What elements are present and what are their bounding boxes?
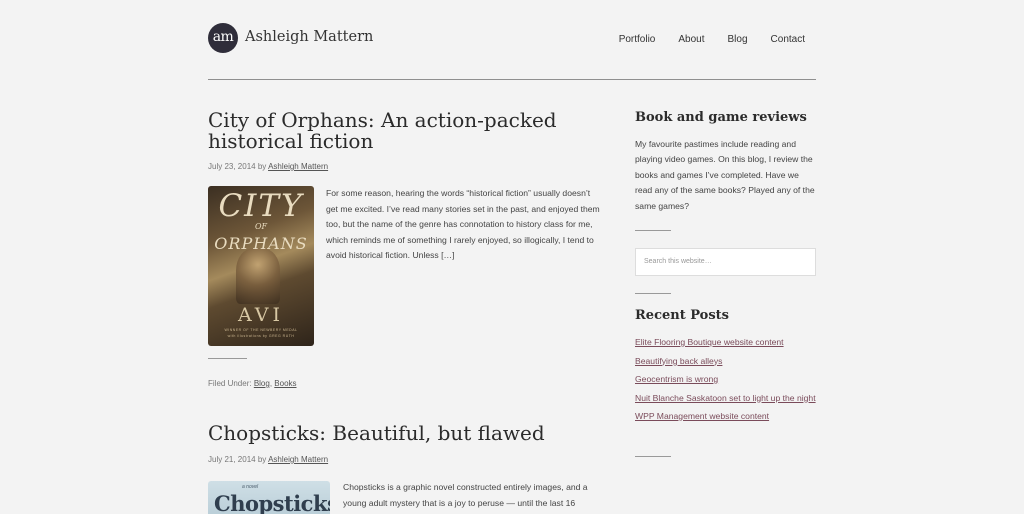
post-excerpt: For some reason, hearing the words “hist… — [326, 188, 600, 261]
list-item: Beautifying back alleys — [635, 354, 816, 370]
recent-post-link[interactable]: Beautifying back alleys — [635, 356, 722, 366]
nav-contact[interactable]: Contact — [771, 34, 805, 45]
book-cover-image[interactable]: CITY OF ORPHANS AVI WINNER OF THE NEWBER… — [208, 186, 314, 346]
cover-figure — [236, 248, 280, 304]
recent-post-link[interactable]: Elite Flooring Boutique website content — [635, 337, 784, 347]
list-item: Geocentrism is wrong — [635, 372, 816, 388]
post-categories: Filed Under: Blog, Books — [208, 379, 297, 388]
recent-posts-list: Elite Flooring Boutique website content … — [635, 335, 816, 428]
post-date: July 23, 2014 — [208, 162, 256, 171]
cover-caption: with illustrations by GREG RUTH — [227, 334, 295, 338]
main-nav: Portfolio About Blog Contact — [596, 34, 805, 45]
recent-post-link[interactable]: WPP Management website content — [635, 411, 769, 421]
cover-title-line: ORPHANS — [214, 234, 308, 253]
post-title[interactable]: City of Orphans: An action-packed histor… — [208, 110, 608, 152]
widget-divider — [635, 230, 671, 231]
post-author-link[interactable]: Ashleigh Mattern — [268, 455, 328, 464]
widget-title-about: Book and game reviews — [635, 110, 807, 125]
cover-title: Chopsticks — [214, 491, 330, 514]
cover-title-line: CITY — [218, 188, 304, 224]
post-meta: July 23, 2014 by Ashleigh Mattern — [208, 162, 328, 171]
book-cover-image[interactable]: a novel Chopsticks — [208, 481, 330, 514]
post-meta: July 21, 2014 by Ashleigh Mattern — [208, 455, 328, 464]
cover-caption: a novel — [242, 484, 259, 490]
widget-divider — [635, 456, 671, 457]
recent-post-link[interactable]: Geocentrism is wrong — [635, 374, 718, 384]
widget-title-recent: Recent Posts — [635, 308, 729, 323]
cover-caption: WINNER OF THE NEWBERY MEDAL — [224, 328, 298, 332]
post-excerpt: Chopsticks is a graphic novel constructe… — [343, 482, 588, 508]
post-date: July 21, 2014 — [208, 455, 256, 464]
widget-divider — [635, 293, 671, 294]
filed-under-label: Filed Under: — [208, 379, 252, 388]
cover-title-line: OF — [254, 222, 268, 231]
nav-blog[interactable]: Blog — [728, 34, 748, 45]
list-item: Elite Flooring Boutique website content — [635, 335, 816, 351]
search-input[interactable]: Search this website… — [635, 248, 816, 276]
about-text: My favourite pastimes include reading an… — [635, 139, 815, 211]
post-title[interactable]: Chopsticks: Beautiful, but flawed — [208, 423, 608, 444]
post-divider — [208, 358, 247, 359]
nav-about[interactable]: About — [678, 34, 704, 45]
recent-post-link[interactable]: Nuit Blanche Saskatoon set to light up t… — [635, 393, 816, 403]
site-title[interactable]: Ashleigh Mattern — [245, 29, 373, 45]
list-item: Nuit Blanche Saskatoon set to light up t… — [635, 391, 816, 407]
header-divider — [208, 79, 816, 80]
site-logo[interactable]: am — [208, 23, 238, 53]
post-author-link[interactable]: Ashleigh Mattern — [268, 162, 328, 171]
category-link-blog[interactable]: Blog — [254, 379, 270, 388]
list-item: WPP Management website content — [635, 409, 816, 425]
post-by: by — [257, 455, 267, 464]
cover-author: AVI — [237, 304, 284, 326]
post-by: by — [257, 162, 267, 171]
category-link-books[interactable]: Books — [274, 379, 296, 388]
nav-portfolio[interactable]: Portfolio — [619, 34, 656, 45]
